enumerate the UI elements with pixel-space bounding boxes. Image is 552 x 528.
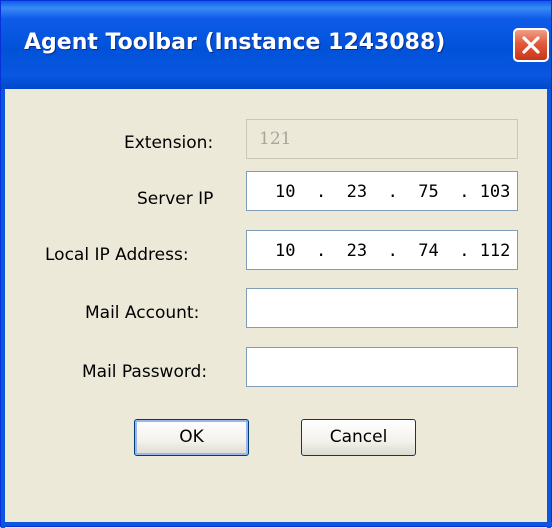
cancel-button[interactable]: Cancel: [301, 419, 416, 456]
window-border-bottom: [1, 522, 552, 526]
local-ip-value: 10 . 23 . 74 . 112: [275, 241, 511, 261]
mail-account-field[interactable]: [246, 288, 518, 328]
extension-value: 121: [259, 129, 292, 149]
extension-label: Extension:: [124, 133, 214, 153]
window-border-right: [547, 89, 551, 528]
local-ip-field[interactable]: 10 . 23 . 74 . 112: [246, 230, 518, 270]
mail-password-field[interactable]: [246, 347, 518, 387]
extension-field: 121: [246, 119, 518, 159]
close-button[interactable]: [513, 28, 549, 62]
local-ip-label: Local IP Address:: [45, 245, 189, 265]
dialog-window: Agent Toolbar (Instance 1243088) Extensi…: [0, 0, 552, 528]
server-ip-field[interactable]: 10 . 23 . 75 . 103: [246, 171, 518, 211]
server-ip-label: Server IP: [137, 189, 214, 209]
ok-button[interactable]: OK: [134, 419, 249, 456]
window-title: Agent Toolbar (Instance 1243088): [24, 30, 446, 55]
title-bar[interactable]: Agent Toolbar (Instance 1243088): [1, 1, 551, 89]
server-ip-value: 10 . 23 . 75 . 103: [275, 182, 511, 202]
mail-account-label: Mail Account:: [85, 303, 200, 323]
close-icon: [522, 36, 540, 54]
mail-password-label: Mail Password:: [82, 362, 208, 382]
window-border-left: [1, 89, 5, 528]
